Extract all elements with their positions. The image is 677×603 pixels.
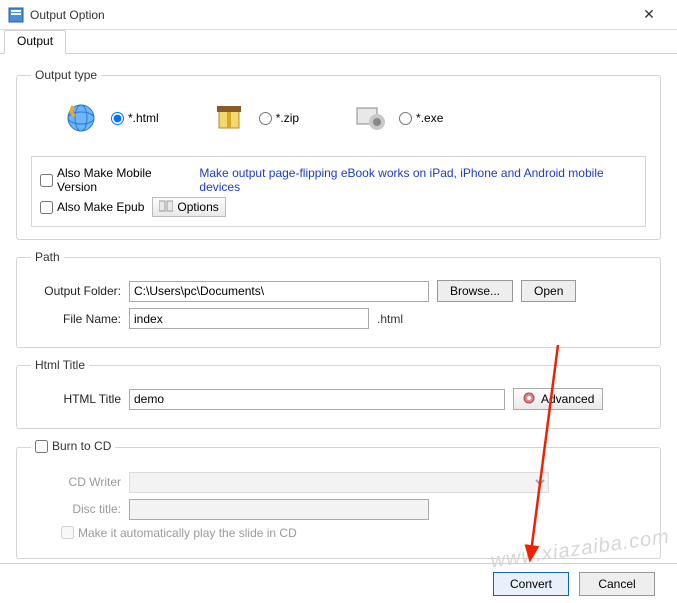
cd-writer-label: CD Writer xyxy=(31,475,121,489)
output-type-zip: *.zip xyxy=(209,98,299,138)
disc-title-label: Disc title: xyxy=(31,502,121,516)
gear-icon xyxy=(522,391,536,408)
advanced-button[interactable]: Advanced xyxy=(513,388,603,410)
book-icon xyxy=(159,200,173,215)
burn-cd-legend: Burn to CD xyxy=(31,439,115,456)
browse-button[interactable]: Browse... xyxy=(437,280,513,302)
html-title-group: Html Title HTML Title Advanced xyxy=(16,358,661,429)
radio-zip[interactable]: *.zip xyxy=(259,111,299,125)
output-folder-label: Output Folder: xyxy=(31,284,121,298)
path-legend: Path xyxy=(31,250,64,264)
path-group: Path Output Folder: Browse... Open File … xyxy=(16,250,661,348)
zip-icon xyxy=(209,98,249,138)
globe-icon xyxy=(61,98,101,138)
titlebar: Output Option ✕ xyxy=(0,0,677,30)
html-title-input[interactable] xyxy=(129,389,505,410)
exe-icon xyxy=(349,98,389,138)
cd-writer-select xyxy=(129,472,549,493)
convert-button[interactable]: Convert xyxy=(493,572,569,596)
epub-options-button[interactable]: Options xyxy=(152,197,225,217)
output-type-legend: Output type xyxy=(31,68,101,82)
app-icon xyxy=(8,7,24,23)
file-name-input[interactable] xyxy=(129,308,369,329)
html-title-legend: Html Title xyxy=(31,358,89,372)
make-options-box: Also Make Mobile Version Make output pag… xyxy=(31,156,646,227)
open-button[interactable]: Open xyxy=(521,280,576,302)
window-title: Output Option xyxy=(30,8,629,22)
output-type-html: *.html xyxy=(61,98,159,138)
tab-bar: Output xyxy=(0,30,677,54)
tab-output[interactable]: Output xyxy=(4,30,66,54)
output-type-exe: *.exe xyxy=(349,98,443,138)
content: Output type *.html *.zip *.exe xyxy=(0,54,677,577)
output-folder-input[interactable] xyxy=(129,281,429,302)
radio-html[interactable]: *.html xyxy=(111,111,159,125)
mobile-checkbox[interactable]: Also Make Mobile Version xyxy=(40,166,191,194)
burn-cd-checkbox[interactable]: Burn to CD xyxy=(35,439,111,453)
mobile-hint: Make output page-flipping eBook works on… xyxy=(199,166,637,194)
file-name-label: File Name: xyxy=(31,312,121,326)
html-title-label: HTML Title xyxy=(31,392,121,406)
file-ext: .html xyxy=(377,312,403,326)
output-type-row: *.html *.zip *.exe xyxy=(31,92,646,152)
epub-checkbox[interactable]: Also Make Epub xyxy=(40,200,144,214)
cancel-button[interactable]: Cancel xyxy=(579,572,655,596)
output-type-group: Output type *.html *.zip *.exe xyxy=(16,68,661,240)
close-button[interactable]: ✕ xyxy=(629,3,669,27)
disc-title-input xyxy=(129,499,429,520)
radio-exe[interactable]: *.exe xyxy=(399,111,443,125)
autoplay-checkbox: Make it automatically play the slide in … xyxy=(61,526,297,540)
footer: Convert Cancel xyxy=(0,563,677,603)
